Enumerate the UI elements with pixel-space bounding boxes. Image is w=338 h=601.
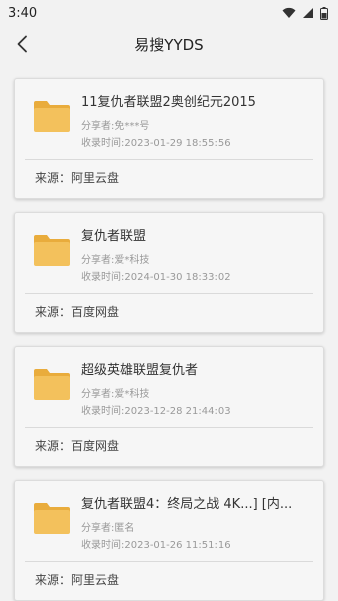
status-icons [282,6,328,20]
result-sharer: 分享者:免***号 [81,121,150,132]
card-divider [25,561,313,562]
result-title: 超级英雄联盟复仇者 [81,363,199,378]
status-time: 3:40 [8,5,38,21]
folder-icon [34,503,70,534]
result-title: 复仇者联盟 [81,229,147,244]
status-bar: 3:40 [0,0,338,26]
result-sharer: 分享者:爱*科技 [81,389,150,400]
result-card[interactable]: 复仇者联盟 分享者:爱*科技 收录时间:2024-01-30 18:33:02 … [14,212,324,333]
signal-icon [303,8,313,18]
result-sharer: 分享者:爱*科技 [81,255,150,266]
back-arrow-icon [17,35,27,53]
result-source: 来源：阿里云盘 [35,171,120,185]
result-time: 收录时间:2024-01-30 18:33:02 [81,272,231,283]
nav-bar: 易搜YYDS [0,26,338,62]
back-button[interactable] [8,30,36,58]
card-divider [25,293,313,294]
result-source: 来源：百度网盘 [35,305,120,319]
result-time: 收录时间:2023-01-26 11:51:16 [81,540,231,551]
folder-icon [34,101,70,132]
result-time: 收录时间:2023-01-29 18:55:56 [81,138,231,149]
folder-icon [34,235,70,266]
battery-icon [320,6,328,20]
result-card[interactable]: 复仇者联盟4：终局之战 4K...] [内... 分享者:匿名 收录时间:202… [14,480,324,601]
result-card[interactable]: 11复仇者联盟2奥创纪元2015 分享者:免***号 收录时间:2023-01-… [14,78,324,199]
result-sharer: 分享者:匿名 [81,523,135,534]
result-source: 来源：阿里云盘 [35,573,120,587]
result-time: 收录时间:2023-12-28 21:44:03 [81,406,231,417]
result-card[interactable]: 超级英雄联盟复仇者 分享者:爱*科技 收录时间:2023-12-28 21:44… [14,346,324,467]
result-title: 11复仇者联盟2奥创纪元2015 [81,95,256,110]
wifi-icon [282,7,296,18]
folder-icon [34,369,70,400]
result-source: 来源：百度网盘 [35,439,120,453]
card-divider [25,427,313,428]
card-divider [25,159,313,160]
result-title: 复仇者联盟4：终局之战 4K...] [内... [81,497,293,512]
page-title: 易搜YYDS [134,35,204,54]
